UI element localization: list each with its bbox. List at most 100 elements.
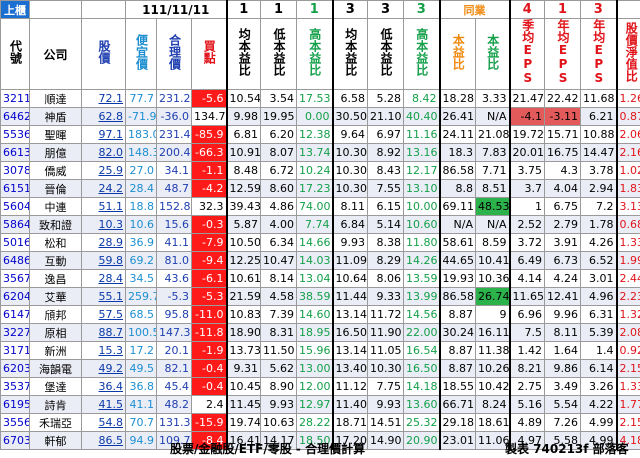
header-price-label: 股價	[97, 40, 111, 64]
stock-code-cell: 3567	[0, 269, 30, 288]
table-row: 5864 致和證 10.3 10.6 15.6 -0.3 5.87 4.00 7.74 6.84 5…	[0, 215, 640, 234]
pb-ratio-cell: 2.15	[615, 359, 640, 378]
high-pe-3y-cell: 13.99	[403, 287, 441, 306]
avg-pe-3y-cell: 18.71	[331, 413, 369, 432]
stock-price-link[interactable]: 28.9	[81, 233, 126, 252]
cheap-price-cell: 18.8	[125, 197, 157, 216]
table-row: 6203 海韻電 49.2 49.5 82.1 -0.4 9.31 5.62 13.00 13.4…	[0, 359, 640, 378]
header-avg-pe-1y-label: 均本益比	[237, 28, 252, 76]
avg-pe-1y-cell: 19.74	[225, 413, 262, 432]
company-name-cell: 順達	[29, 89, 82, 108]
stock-price-link[interactable]: 59.8	[81, 251, 126, 270]
eps-year-cell: 6.75	[544, 197, 582, 216]
stock-price-link[interactable]: 49.2	[81, 359, 126, 378]
high-pe-1y-cell: 17.23	[296, 179, 334, 198]
stock-price-link[interactable]: 88.7	[81, 323, 126, 342]
stock-price-link[interactable]: 57.5	[81, 305, 126, 324]
market-tag: 上櫃	[4, 3, 26, 17]
low-pe-1y-cell: 11.50	[260, 341, 298, 360]
fair-price-cell: 34.1	[156, 161, 192, 180]
table-row: 3556 禾瑞亞 54.8 70.7 131.3 -15.9 19.74 10.63 28.22…	[0, 413, 640, 432]
buy-point-cell: -7.9	[190, 233, 228, 252]
stock-price-link[interactable]: 55.1	[81, 287, 126, 306]
eps-quarter-cell: 21.47	[508, 89, 546, 108]
peer-pe-cell: 86.58	[438, 287, 477, 306]
stock-price-link[interactable]: 24.2	[81, 179, 126, 198]
stock-code-cell: 6462	[0, 107, 30, 126]
low-pe-3y-cell: 11.90	[367, 323, 405, 342]
stock-price-link[interactable]: 86.5	[81, 431, 126, 450]
low-pe-3y-cell: 21.10	[367, 107, 405, 126]
eps-quarter-cell: 2.52	[508, 215, 546, 234]
low-pe-1y-cell: 10.63	[260, 413, 298, 432]
stock-price-link[interactable]: 25.9	[81, 161, 126, 180]
avg-pe-3y-cell: 11.44	[331, 287, 369, 306]
high-pe-3y-cell: 12.17	[403, 161, 441, 180]
stock-price-link[interactable]: 28.4	[81, 269, 126, 288]
column-number: 3	[580, 0, 618, 19]
eps-3year-cell: 3.78	[580, 161, 618, 180]
stock-price-link[interactable]: 72.1	[81, 89, 126, 108]
buy-point-cell: -66.3	[190, 143, 228, 162]
low-pe-3y-cell: 14.51	[367, 413, 405, 432]
cheap-price-cell: 100.5	[125, 323, 157, 342]
eps-quarter-cell: 7.5	[508, 323, 546, 342]
stock-price-link[interactable]: 41.5	[81, 395, 126, 414]
peer-pe-2-cell: 3.33	[475, 89, 511, 108]
header-low-pe-3y-label: 低本益比	[379, 28, 394, 76]
avg-pe-3y-cell: 10.30	[331, 179, 369, 198]
stock-price-link[interactable]: 15.3	[81, 341, 126, 360]
peer-pe-2-cell: 11.38	[475, 341, 511, 360]
eps-3year-cell: 4.96	[580, 287, 618, 306]
peer-pe-2-cell: 18.61	[475, 413, 511, 432]
low-pe-1y-cell: 8.60	[260, 179, 298, 198]
table-row: 6151 晉倫 24.2 28.4 48.7 -4.2 12.59 8.60 17.23 10.3…	[0, 179, 640, 198]
header-peer-pe-label: 本益比	[451, 34, 466, 70]
buy-point-cell: -5.3	[190, 287, 228, 306]
avg-pe-3y-cell: 11.12	[331, 377, 369, 396]
stock-code-cell: 6203	[0, 359, 30, 378]
stock-price-link[interactable]: 51.1	[81, 197, 126, 216]
fair-price-cell: 231.2	[156, 89, 192, 108]
buy-point-cell: 2.4	[190, 395, 228, 414]
avg-pe-1y-cell: 6.81	[225, 125, 262, 144]
eps-quarter-cell: 3.72	[508, 233, 546, 252]
eps-3year-cell: 6.52	[580, 251, 618, 270]
header-fair-price: 合理價	[156, 18, 192, 90]
pb-ratio-cell: 1.33	[615, 233, 640, 252]
peer-pe-cell: 18.3	[438, 143, 477, 162]
avg-pe-1y-cell: 12.59	[225, 179, 262, 198]
eps-year-cell: 16.75	[544, 143, 582, 162]
stock-price-link[interactable]: 36.4	[81, 377, 126, 396]
stock-price-link[interactable]: 82.0	[81, 143, 126, 162]
stock-price-link[interactable]: 97.1	[81, 125, 126, 144]
low-pe-1y-cell: 3.54	[260, 89, 298, 108]
cheap-price-cell: 17.2	[125, 341, 157, 360]
peer-pe-2-cell: 7.83	[475, 143, 511, 162]
stock-code-cell: 3227	[0, 323, 30, 342]
high-pe-3y-cell: 16.54	[403, 341, 441, 360]
eps-year-cell: 9.96	[544, 305, 582, 324]
buy-point-cell: 32.3	[190, 197, 228, 216]
stock-code-cell: 6151	[0, 179, 30, 198]
stock-price-link[interactable]: 54.8	[81, 413, 126, 432]
low-pe-3y-cell: 8.38	[367, 233, 405, 252]
avg-pe-1y-cell: 12.25	[225, 251, 262, 270]
stock-price-link[interactable]: 62.8	[81, 107, 126, 126]
cheap-price-cell: 259.7	[125, 287, 157, 306]
buy-point-cell: -9.4	[190, 251, 228, 270]
stock-code-cell: 5016	[0, 233, 30, 252]
avg-pe-3y-cell: 9.93	[331, 233, 369, 252]
high-pe-3y-cell: 22.00	[403, 323, 441, 342]
avg-pe-3y-cell: 30.50	[331, 107, 369, 126]
high-pe-3y-cell: 10.00	[403, 197, 441, 216]
low-pe-1y-cell: 7.39	[260, 305, 298, 324]
company-name-cell: 神盾	[29, 107, 82, 126]
stock-code-cell: 5864	[0, 215, 30, 234]
stock-price-link[interactable]: 10.3	[81, 215, 126, 234]
company-name-cell: 原相	[29, 323, 82, 342]
table-row: 3567 逸昌 28.4 34.5 43.6 -6.1 10.61 8.14 13.04 10.6…	[0, 269, 640, 288]
cheap-price-cell: 36.9	[125, 233, 157, 252]
footer-left: 股票/金融股/ETF/零股 - 合理價計算	[170, 442, 366, 456]
stock-code-cell: 6147	[0, 305, 30, 324]
